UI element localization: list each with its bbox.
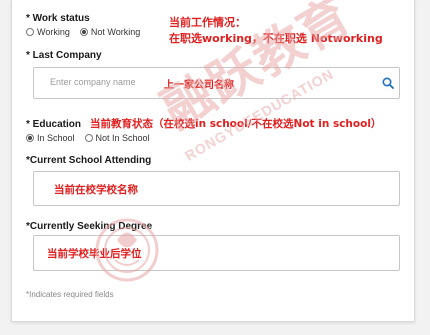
radio-working-indicator[interactable]: [26, 28, 34, 36]
education-label: * Education: [26, 119, 82, 130]
application-form-card: * Work status Working Not Working 当前工作情况…: [11, 0, 415, 322]
radio-not-in-school-label: Not In School: [95, 133, 150, 143]
required-fields-note: *Indicates required fields: [26, 290, 114, 299]
radio-not-working-indicator[interactable]: [79, 28, 88, 36]
current-school-label: *Current School Attending: [26, 155, 152, 166]
seeking-degree-annotation: 当前学校毕业后学位: [47, 248, 142, 260]
radio-in-school[interactable]: In School: [26, 133, 75, 143]
work-status-label: * Work status: [26, 13, 90, 24]
education-radio-group: In School Not In School: [26, 133, 150, 143]
education-annotation: 当前教育状态（在校选in school/不在校选Not in school）: [90, 118, 382, 130]
radio-in-school-indicator[interactable]: [26, 134, 34, 142]
last-company-input[interactable]: [48, 76, 162, 88]
last-company-field[interactable]: 上一家公司名称: [33, 67, 400, 99]
radio-not-working-label: Not Working: [90, 27, 141, 37]
radio-working[interactable]: Working: [26, 27, 70, 37]
radio-in-school-label: In School: [37, 133, 75, 143]
last-company-label: * Last Company: [26, 50, 102, 61]
radio-not-working[interactable]: Not Working: [79, 27, 141, 37]
current-school-annotation: 当前在校学校名称: [54, 184, 138, 196]
seeking-degree-field[interactable]: 当前学校毕业后学位: [33, 235, 400, 271]
radio-not-in-school[interactable]: Not In School: [84, 133, 150, 143]
current-school-field[interactable]: 当前在校学校名称: [33, 171, 400, 206]
radio-working-label: Working: [37, 27, 70, 37]
search-icon[interactable]: [382, 77, 394, 89]
radio-not-in-school-indicator[interactable]: [84, 134, 93, 142]
work-status-annotation-1: 当前工作情况：: [169, 16, 246, 29]
work-status-radio-group: Working Not Working: [26, 27, 140, 37]
last-company-annotation: 上一家公司名称: [164, 80, 234, 91]
seeking-degree-label: *Currently Seeking Degree: [26, 221, 153, 232]
work-status-annotation-2: 在职选working，不在职选 Notworking: [169, 32, 383, 45]
